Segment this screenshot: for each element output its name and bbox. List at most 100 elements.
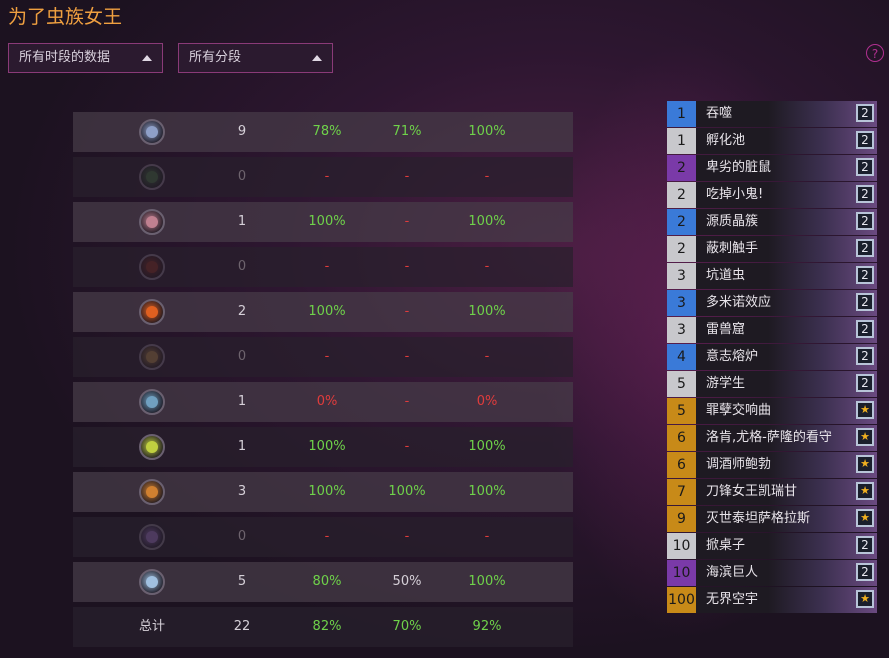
winrate-third-cell: - <box>484 169 490 184</box>
card-count-badge: 2 <box>856 347 874 365</box>
deck-card[interactable]: 3 坑道虫 2 <box>667 263 877 289</box>
table-row[interactable]: 2 100% - 100% <box>73 292 573 332</box>
card-cost: 9 <box>667 506 696 532</box>
card-art: 意志熔炉 2 <box>696 344 877 370</box>
winrate-second-cell: - <box>404 529 410 544</box>
card-cost: 4 <box>667 344 696 370</box>
table-row[interactable]: 1 100% - 100% <box>73 202 573 242</box>
card-art: 刀锋女王凯瑞甘 ★ <box>696 479 877 505</box>
card-name: 蔽刺触手 <box>706 241 759 256</box>
winrate-cell: 100% <box>308 304 346 319</box>
card-count-badge: 2 <box>856 239 874 257</box>
table-row[interactable]: 0 - - - <box>73 337 573 377</box>
row-icon-cell <box>135 157 169 197</box>
rank-filter-label: 所有分段 <box>189 50 242 65</box>
winrate-third-cell: 100% <box>468 214 506 229</box>
icon-emblem <box>146 260 158 273</box>
card-art: 多米诺效应 2 <box>696 290 877 316</box>
deck-card[interactable]: 2 源质晶簇 2 <box>667 209 877 235</box>
games-count-cell: 3 <box>237 484 247 499</box>
deck-card[interactable]: 10 掀桌子 2 <box>667 533 877 559</box>
games-count-cell: 9 <box>237 124 247 139</box>
legendary-star-icon: ★ <box>856 590 874 608</box>
table-row[interactable]: 1 0% - 0% <box>73 382 573 422</box>
games-count-cell: 1 <box>237 214 247 229</box>
deck-card[interactable]: 2 卑劣的脏鼠 2 <box>667 155 877 181</box>
winrate-third-cell: 100% <box>468 439 506 454</box>
mechanical-arm-icon <box>139 388 165 415</box>
winrate-second-cell: 50% <box>392 574 422 589</box>
deck-card[interactable]: 7 刀锋女王凯瑞甘 ★ <box>667 479 877 505</box>
games-count-cell: 0 <box>237 169 247 184</box>
card-name: 灭世泰坦萨格拉斯 <box>706 511 811 526</box>
icon-emblem <box>146 305 158 318</box>
deck-card[interactable]: 10 海滨巨人 2 <box>667 560 877 586</box>
card-name: 多米诺效应 <box>706 295 772 310</box>
help-icon[interactable]: ? <box>866 44 884 62</box>
winrate-second-cell: - <box>404 394 410 409</box>
rank-filter-dropdown[interactable]: 所有分段 <box>178 43 333 73</box>
crossed-swords-icon <box>139 118 165 145</box>
card-cost: 3 <box>667 317 696 343</box>
card-cost: 5 <box>667 398 696 424</box>
deck-card[interactable]: 1 孵化池 2 <box>667 128 877 154</box>
row-icon-cell <box>135 112 169 152</box>
deck-card[interactable]: 6 洛肯,尤格-萨隆的看守 ★ <box>667 425 877 451</box>
winrate-third-cell: - <box>484 349 490 364</box>
card-art: 雷兽窟 2 <box>696 317 877 343</box>
table-row[interactable]: 3 100% 100% 100% <box>73 472 573 512</box>
row-icon-cell <box>135 292 169 332</box>
deck-card[interactable]: 5 游学生 2 <box>667 371 877 397</box>
table-row[interactable]: 5 80% 50% 100% <box>73 562 573 602</box>
card-count-badge: 2 <box>856 131 874 149</box>
card-name: 坑道虫 <box>706 268 746 283</box>
deck-card[interactable]: 4 意志熔炉 2 <box>667 344 877 370</box>
icon-emblem <box>146 170 158 183</box>
deck-card[interactable]: 6 调酒师鲍勃 ★ <box>667 452 877 478</box>
fire-blade-icon <box>139 298 165 325</box>
deck-card[interactable]: 3 雷兽窟 2 <box>667 317 877 343</box>
card-cost: 2 <box>667 182 696 208</box>
horned-helm-icon <box>139 478 165 505</box>
deck-card[interactable]: 5 罪孽交响曲 ★ <box>667 398 877 424</box>
total-c2-cell: 82% <box>312 619 342 634</box>
winrate-cell: 100% <box>308 439 346 454</box>
winrate-second-cell: - <box>404 304 410 319</box>
table-row[interactable]: 9 78% 71% 100% <box>73 112 573 152</box>
games-count-cell: 0 <box>237 529 247 544</box>
card-name: 无界空宇 <box>706 592 759 607</box>
legendary-star-icon: ★ <box>856 482 874 500</box>
legendary-star-icon: ★ <box>856 401 874 419</box>
card-cost: 3 <box>667 263 696 289</box>
deck-card[interactable]: 2 蔽刺触手 2 <box>667 236 877 262</box>
table-row[interactable]: 0 - - - <box>73 517 573 557</box>
winrate-second-cell: 71% <box>392 124 422 139</box>
card-name: 孵化池 <box>706 133 746 148</box>
row-icon-cell <box>135 202 169 242</box>
winrate-third-cell: - <box>484 529 490 544</box>
table-row[interactable]: 0 - - - <box>73 157 573 197</box>
row-icon-cell <box>135 382 169 422</box>
table-row[interactable]: 1 100% - 100% <box>73 427 573 467</box>
winrate-second-cell: - <box>404 439 410 454</box>
winrate-second-cell: 100% <box>388 484 426 499</box>
card-cost: 6 <box>667 452 696 478</box>
lightning-claw-icon <box>139 433 165 460</box>
card-art: 孵化池 2 <box>696 128 877 154</box>
deck-card[interactable]: 2 吃掉小鬼! 2 <box>667 182 877 208</box>
winrate-cell: 80% <box>312 574 342 589</box>
deck-card[interactable]: 100 无界空宇 ★ <box>667 587 877 613</box>
shell-icon <box>139 208 165 235</box>
card-art: 罪孽交响曲 ★ <box>696 398 877 424</box>
icon-emblem <box>146 215 158 228</box>
deck-card[interactable]: 1 吞噬 2 <box>667 101 877 127</box>
card-count-badge: 2 <box>856 563 874 581</box>
table-row[interactable]: 0 - - - <box>73 247 573 287</box>
period-filter-dropdown[interactable]: 所有时段的数据 <box>8 43 163 73</box>
sword-icon <box>139 568 165 595</box>
winrate-cell: 100% <box>308 214 346 229</box>
winrate-cell: - <box>324 259 330 274</box>
deck-card[interactable]: 9 灭世泰坦萨格拉斯 ★ <box>667 506 877 532</box>
deck-card[interactable]: 3 多米诺效应 2 <box>667 290 877 316</box>
games-count-cell: 2 <box>237 304 247 319</box>
